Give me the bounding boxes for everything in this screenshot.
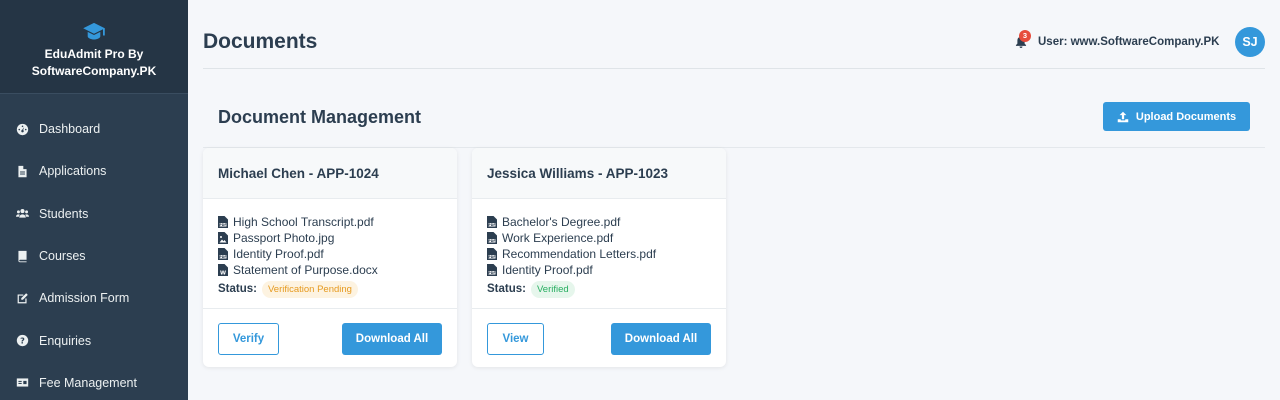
document-name: Identity Proof.pdf <box>502 263 593 277</box>
document-item[interactable]: PDF Work Experience.pdf <box>487 230 711 246</box>
status-row: Status: Verified <box>487 280 711 298</box>
avatar[interactable]: SJ <box>1235 27 1265 57</box>
sidebar-item-label: Applications <box>39 164 107 179</box>
book-icon <box>15 249 29 263</box>
document-name: Bachelor's Degree.pdf <box>502 215 621 229</box>
status-row: Status: Verification Pending <box>218 280 442 298</box>
question-icon: ? <box>15 334 29 348</box>
brand-line-2: SoftwareCompany.PK <box>31 64 157 78</box>
brand-line-1: EduAdmit Pro By <box>44 47 144 61</box>
svg-text:PDF: PDF <box>488 271 495 275</box>
card-title: Michael Chen - APP-1024 <box>203 148 457 199</box>
edit-icon <box>15 291 29 305</box>
download-all-button[interactable]: Download All <box>342 323 442 355</box>
document-list: PDF High School Transcript.pdf Passport P… <box>203 199 457 309</box>
sidebar-item-fee-management[interactable]: Fee Management <box>0 362 188 400</box>
sidebar-item-admission-form[interactable]: Admission Form <box>0 277 188 319</box>
sidebar-item-students[interactable]: Students <box>0 193 188 235</box>
brand-name: EduAdmit Pro By SoftwareCompany.PK <box>0 46 188 80</box>
verify-button[interactable]: Verify <box>218 323 279 355</box>
user-label: User: www.SoftwareCompany.PK <box>1038 36 1220 48</box>
dashboard-icon <box>15 122 29 136</box>
upload-documents-button[interactable]: Upload Documents <box>1103 102 1250 131</box>
svg-text:PDF: PDF <box>219 223 226 227</box>
document-item[interactable]: PDF High School Transcript.pdf <box>218 214 442 230</box>
status-label: Status: <box>487 283 526 295</box>
document-name: Passport Photo.jpg <box>233 231 335 245</box>
card-title: Jessica Williams - APP-1023 <box>472 148 726 199</box>
main-content: Documents 3 User: www.SoftwareCompany.PK… <box>188 0 1280 400</box>
svg-text:?: ? <box>20 335 25 345</box>
notification-count-badge: 3 <box>1019 30 1031 42</box>
card-actions: View Download All <box>472 309 726 367</box>
pdf-file-icon: PDF <box>218 248 228 260</box>
document-name: Recommendation Letters.pdf <box>502 247 657 261</box>
card-actions: Verify Download All <box>203 309 457 367</box>
document-name: Work Experience.pdf <box>502 231 614 245</box>
sidebar-item-label: Fee Management <box>39 375 137 390</box>
sidebar-item-enquiries[interactable]: ? Enquiries <box>0 319 188 361</box>
svg-text:PDF: PDF <box>219 255 226 259</box>
document-name: Statement of Purpose.docx <box>233 263 378 277</box>
document-name: High School Transcript.pdf <box>233 215 374 229</box>
svg-text:W: W <box>220 270 226 276</box>
status-badge: Verification Pending <box>261 280 358 298</box>
upload-icon <box>1117 111 1129 122</box>
sidebar-nav: Dashboard Applications Students Courses … <box>0 94 188 400</box>
section-title: Document Management <box>218 107 422 127</box>
users-icon <box>15 207 29 221</box>
upload-documents-label: Upload Documents <box>1135 110 1237 123</box>
image-file-icon <box>218 232 228 244</box>
document-item[interactable]: PDF Recommendation Letters.pdf <box>487 246 711 262</box>
status-label: Status: <box>218 283 257 295</box>
page-title: Documents <box>203 30 318 53</box>
pdf-file-icon: PDF <box>487 264 497 276</box>
document-item[interactable]: PDF Identity Proof.pdf <box>218 246 442 262</box>
application-card: Jessica Williams - APP-1023 PDF Bachelor'… <box>472 148 726 367</box>
document-name: Identity Proof.pdf <box>233 247 324 261</box>
id-card-icon <box>15 376 29 390</box>
graduation-cap-icon <box>83 22 105 40</box>
file-icon <box>15 164 29 178</box>
svg-text:PDF: PDF <box>488 255 495 259</box>
sidebar-item-applications[interactable]: Applications <box>0 150 188 192</box>
svg-text:PDF: PDF <box>488 239 495 243</box>
svg-text:PDF: PDF <box>488 223 495 227</box>
document-list: PDF Bachelor's Degree.pdf PDF Work Experie… <box>472 199 726 309</box>
pdf-file-icon: PDF <box>487 232 497 244</box>
status-badge: Verified <box>530 280 575 298</box>
sidebar-item-dashboard[interactable]: Dashboard <box>0 108 188 150</box>
document-item[interactable]: W Statement of Purpose.docx <box>218 262 442 278</box>
section-header: Document Management Upload Documents <box>203 90 1265 148</box>
top-bar: Documents 3 User: www.SoftwareCompany.PK… <box>203 0 1265 69</box>
sidebar-item-label: Enquiries <box>39 333 92 348</box>
download-all-button[interactable]: Download All <box>611 323 711 355</box>
sidebar-item-courses[interactable]: Courses <box>0 235 188 277</box>
pdf-file-icon: PDF <box>487 216 497 228</box>
notification-button[interactable]: 3 <box>1015 30 1031 49</box>
sidebar: EduAdmit Pro By SoftwareCompany.PK Dashb… <box>0 0 188 400</box>
sidebar-item-label: Courses <box>39 249 86 264</box>
pdf-file-icon: PDF <box>487 248 497 260</box>
document-item[interactable]: Passport Photo.jpg <box>218 230 442 246</box>
word-file-icon: W <box>218 264 228 276</box>
sidebar-item-label: Students <box>39 206 89 221</box>
pdf-file-icon: PDF <box>218 216 228 228</box>
sidebar-item-label: Dashboard <box>39 122 101 137</box>
document-item[interactable]: PDF Bachelor's Degree.pdf <box>487 214 711 230</box>
sidebar-item-label: Admission Form <box>39 291 130 306</box>
view-button[interactable]: View <box>487 323 544 355</box>
brand: EduAdmit Pro By SoftwareCompany.PK <box>0 0 188 94</box>
document-item[interactable]: PDF Identity Proof.pdf <box>487 262 711 278</box>
application-card: Michael Chen - APP-1024 PDF High School T… <box>203 148 457 367</box>
